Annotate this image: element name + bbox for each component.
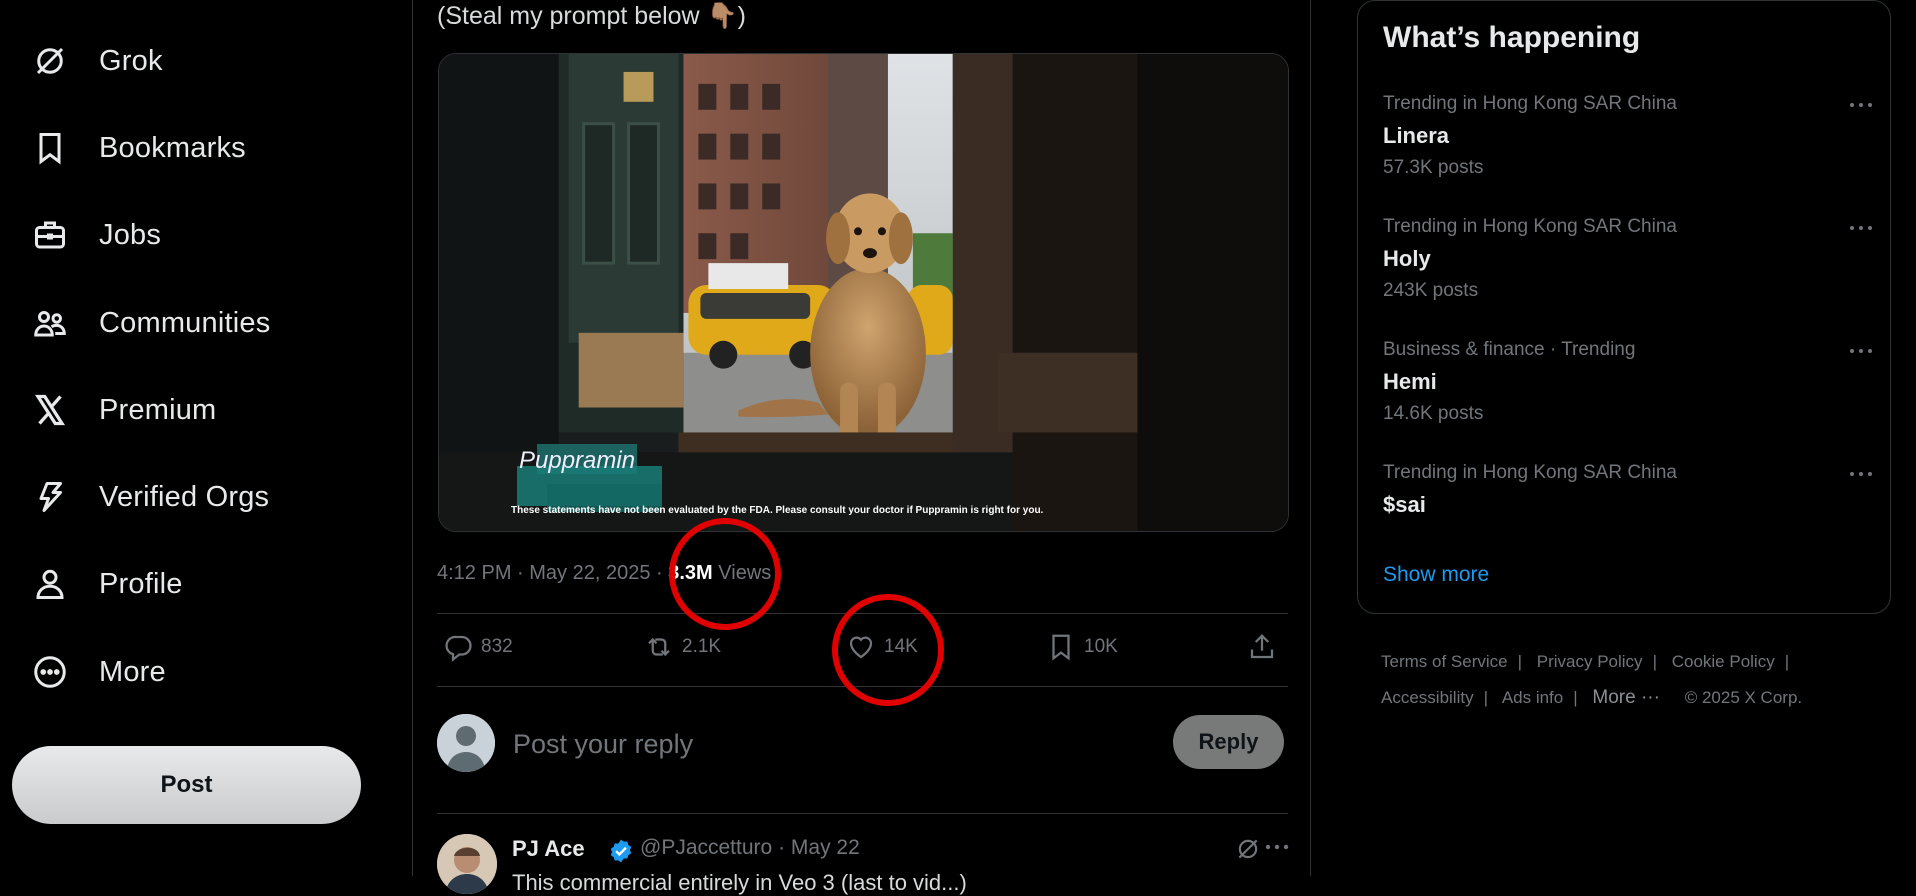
privacy-link[interactable]: Privacy Policy (1537, 652, 1643, 671)
lightning-icon (30, 477, 70, 517)
left-navigation: Grok Bookmarks Jobs Communities Premium … (0, 0, 412, 876)
ads-info-link[interactable]: Ads info (1502, 688, 1563, 707)
reply-icon (443, 632, 473, 662)
section-title: What’s happening (1383, 21, 1641, 54)
copyright: © 2025 X Corp. (1684, 688, 1803, 707)
nav-label: Premium (99, 393, 217, 426)
reply-composer: Reply (437, 712, 1288, 774)
nav-label: Communities (99, 306, 271, 339)
tweet-meta: 4:12 PM · May 22, 2025 · 3.3M Views (437, 562, 772, 584)
trend-name: Holy (1383, 246, 1431, 271)
trend-name: $sai (1383, 492, 1426, 517)
whats-happening-card: What’s happening Trending in Hong Kong S… (1357, 0, 1891, 614)
grok-icon (30, 41, 70, 81)
bookmark-count: 10K (1084, 636, 1118, 657)
bookmark-icon (1046, 632, 1076, 662)
reply-count: 832 (481, 636, 513, 657)
trend-posts: 14.6K posts (1383, 403, 1484, 424)
right-sidebar: What’s happening Trending in Hong Kong S… (1311, 0, 1916, 876)
reply-input[interactable] (511, 724, 1115, 764)
nav-label: Verified Orgs (99, 480, 270, 513)
brand-name: Puppramin (519, 447, 636, 474)
more-circle-icon (30, 652, 70, 692)
divider (437, 686, 1288, 687)
tweet-detail-column: (Steal my prompt below 👇🏽) Puppramin The… (412, 0, 1311, 895)
trend-posts: 57.3K posts (1383, 157, 1484, 178)
tweet-media-video[interactable]: Puppramin These statements have not been… (438, 53, 1289, 532)
reply-action[interactable]: 832 (443, 632, 513, 662)
heart-icon (846, 632, 876, 662)
trend-context: Trending in Hong Kong SAR China (1383, 216, 1677, 237)
tweet-actions: 832 2.1K 14K 10K (437, 632, 1288, 672)
author-handle[interactable]: @PJaccetturo (640, 836, 772, 859)
more-options-icon[interactable] (1265, 842, 1289, 852)
avatar[interactable] (437, 834, 497, 894)
cookie-link[interactable]: Cookie Policy (1672, 652, 1775, 671)
more-options-icon[interactable] (1849, 216, 1879, 240)
tweet-time[interactable]: 4:12 PM (437, 562, 511, 584)
communities-icon (30, 303, 70, 343)
post-button[interactable]: Post (12, 746, 361, 824)
trend-name: Hemi (1383, 369, 1437, 394)
bookmark-action[interactable]: 10K (1046, 632, 1118, 662)
nav-label: Profile (99, 567, 183, 600)
nav-item-bookmarks[interactable]: Bookmarks (30, 118, 246, 178)
reply-tweet[interactable]: PJ Ace @PJaccetturo · May 22 This commer… (437, 830, 1289, 895)
trend-context: Business & finance · Trending (1383, 339, 1636, 360)
verified-badge-icon (608, 838, 634, 864)
reply-text: This commercial entirely in Veo 3 (last … (512, 870, 967, 895)
trend-context: Trending in Hong Kong SAR China (1383, 462, 1677, 483)
video-disclaimer: These statements have not been evaluated… (511, 505, 1044, 516)
views-label: Views (718, 562, 772, 584)
avatar[interactable] (437, 714, 495, 772)
briefcase-icon (30, 215, 70, 255)
x-logo-icon (30, 390, 70, 430)
trend-item[interactable]: Trending in Hong Kong SAR China $sai (1383, 462, 1873, 572)
trend-item[interactable]: Business & finance · Trending Hemi 14.6K… (1383, 339, 1873, 449)
grok-icon[interactable] (1235, 836, 1261, 862)
trend-posts: 243K posts (1383, 280, 1479, 301)
tweet-date[interactable]: May 22, 2025 (529, 562, 650, 584)
nav-item-communities[interactable]: Communities (30, 293, 270, 353)
person-icon (30, 564, 70, 604)
bookmark-icon (30, 128, 70, 168)
share-icon (1247, 632, 1277, 662)
repost-action[interactable]: 2.1K (644, 632, 721, 662)
divider (437, 813, 1288, 814)
views-count: 3.3M (668, 562, 713, 584)
trend-name: Linera (1383, 123, 1450, 148)
nav-item-grok[interactable]: Grok (30, 31, 163, 91)
trend-item[interactable]: Trending in Hong Kong SAR China Holy 243… (1383, 216, 1873, 326)
trend-context: Trending in Hong Kong SAR China (1383, 93, 1677, 114)
repost-icon (644, 632, 674, 662)
repost-count: 2.1K (682, 636, 722, 657)
nav-label: Jobs (99, 218, 162, 251)
more-options-icon[interactable] (1849, 462, 1879, 486)
like-count: 14K (884, 636, 918, 657)
tweet-text: (Steal my prompt below 👇🏽) (437, 2, 746, 30)
more-options-icon[interactable] (1849, 339, 1879, 363)
nav-item-verified-orgs[interactable]: Verified Orgs (30, 467, 269, 527)
footer-links: Terms of Service | Privacy Policy | Cookie… (1381, 652, 1803, 708)
like-action[interactable]: 14K (846, 632, 918, 662)
more-link[interactable]: More ··· (1592, 687, 1660, 708)
reply-date[interactable]: May 22 (791, 836, 860, 859)
nav-label: Grok (99, 44, 163, 77)
reply-button[interactable]: Reply (1173, 715, 1284, 769)
nav-label: Bookmarks (99, 131, 246, 164)
show-more-link[interactable]: Show more (1383, 563, 1489, 587)
terms-link[interactable]: Terms of Service (1381, 652, 1508, 671)
nav-label: More (99, 655, 166, 688)
share-action[interactable] (1247, 632, 1277, 662)
nav-item-more[interactable]: More (30, 642, 166, 702)
nav-item-premium[interactable]: Premium (30, 380, 216, 440)
nav-item-jobs[interactable]: Jobs (30, 205, 161, 265)
author-handle-and-date: @PJaccetturo · May 22 (640, 836, 860, 859)
accessibility-link[interactable]: Accessibility (1381, 688, 1474, 707)
divider (437, 613, 1288, 614)
trend-item[interactable]: Trending in Hong Kong SAR China Linera 5… (1383, 93, 1873, 203)
author-name[interactable]: PJ Ace (512, 836, 585, 862)
nav-item-profile[interactable]: Profile (30, 554, 183, 614)
more-options-icon[interactable] (1849, 93, 1879, 117)
